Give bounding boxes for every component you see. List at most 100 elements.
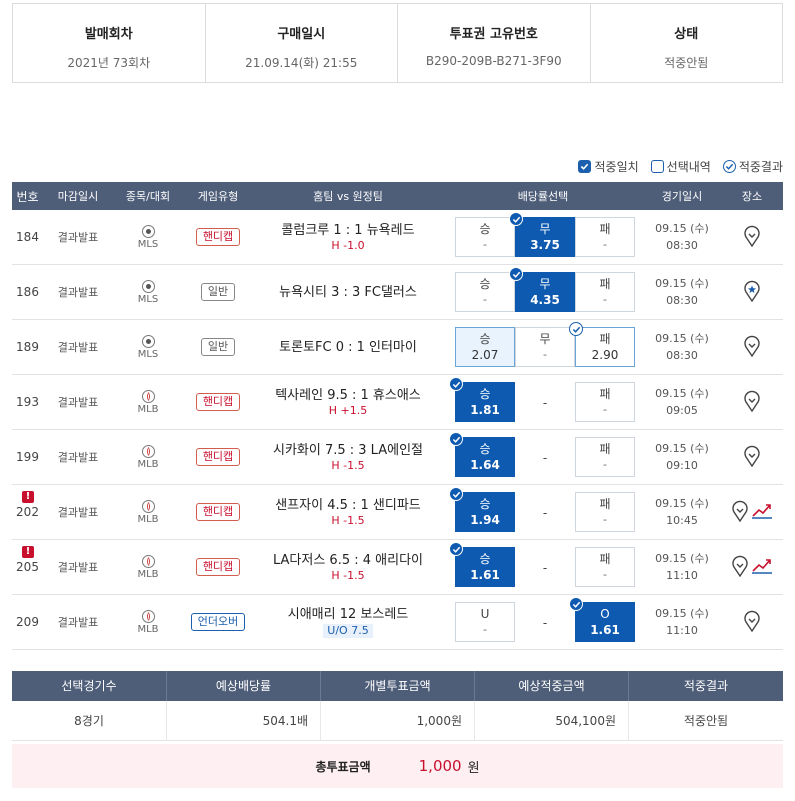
game-date: 09.15 (수) bbox=[655, 277, 709, 290]
game-number-cell: ! 205 bbox=[12, 546, 43, 574]
total-bet-label: 총투표금액 bbox=[315, 759, 371, 774]
location-pin-icon[interactable] bbox=[743, 610, 761, 635]
match-cell: 뉴욕시티 3 : 3 FC댈러스 bbox=[253, 284, 443, 301]
check-circle-icon bbox=[569, 322, 583, 336]
odds-draw-button[interactable]: - bbox=[515, 437, 575, 477]
odds-home-button[interactable]: 승- bbox=[455, 272, 515, 312]
ticket-round-value: 2021년 73회차 bbox=[67, 56, 151, 70]
table-row: 186 결과발표 MLS 일반 뉴욕시티 3 : 3 FC댈러스 승 - 무 4.35 패 -09.… bbox=[12, 265, 783, 320]
odds-label: 승 bbox=[479, 497, 491, 511]
odds-home-button[interactable]: 승 1.81 bbox=[449, 377, 515, 422]
match-cell: 시애매리 12 보스레드 U/O 7.5 bbox=[253, 606, 443, 638]
game-time: 09:05 bbox=[666, 404, 698, 417]
header-deadline: 마감일시 bbox=[57, 190, 99, 203]
location-pin-icon[interactable] bbox=[731, 555, 749, 580]
game-datetime: 09.15 (수) 10:45 bbox=[643, 495, 721, 529]
soccer-ball-icon bbox=[141, 224, 155, 238]
line-value: U/O 7.5 bbox=[323, 624, 373, 638]
ticket-purchase-time: 구매일시 21.09.14(화) 21:55 bbox=[206, 4, 398, 82]
summary-header-result: 적중결과 bbox=[683, 679, 729, 693]
check-circle-icon bbox=[509, 267, 523, 281]
sport-league: MLB bbox=[113, 499, 183, 525]
odds-home-button[interactable]: U- bbox=[455, 602, 515, 642]
odds-selection: 승 1.94- 패 - bbox=[443, 487, 643, 532]
odds-selection: U - - O 1.61 bbox=[443, 597, 643, 642]
trend-chart-icon[interactable] bbox=[751, 502, 773, 523]
odds-away-button[interactable]: 패- bbox=[575, 492, 635, 532]
location-pin-icon[interactable] bbox=[743, 335, 761, 360]
odds-home-button[interactable]: 승 1.64 bbox=[449, 432, 515, 477]
location-pin-icon[interactable] bbox=[743, 225, 761, 250]
game-type-cell: 핸디캡 bbox=[183, 503, 253, 521]
odds-draw-button[interactable]: - bbox=[515, 602, 575, 642]
table-row: 189 결과발표 MLS 일반 토론토FC 0 : 1 인터마이 승 2.07 무 - 패 2.90… bbox=[12, 320, 783, 375]
place-cell bbox=[721, 610, 783, 635]
header-place: 장소 bbox=[741, 190, 763, 203]
place-cell bbox=[721, 335, 783, 360]
odds-away-button[interactable]: 패 2.90 bbox=[569, 322, 635, 367]
location-pin-icon[interactable] bbox=[731, 500, 749, 525]
odds-value: 1.81 bbox=[470, 403, 500, 417]
game-number: 184 bbox=[16, 230, 39, 244]
box-empty-icon bbox=[650, 160, 664, 173]
odds-label: 승 bbox=[479, 332, 491, 346]
odds-home-button[interactable]: 승 2.07 bbox=[455, 327, 515, 367]
odds-home-button[interactable]: 승 1.94 bbox=[449, 487, 515, 532]
odds-away-button[interactable]: 패- bbox=[575, 437, 635, 477]
match-cell: LA다저스 6.5 : 4 애리다이 H -1.5 bbox=[253, 552, 443, 583]
game-number: 186 bbox=[16, 285, 39, 299]
check-circle-icon bbox=[449, 542, 463, 556]
game-number-cell: 186 bbox=[12, 285, 43, 299]
match-teams: LA다저스 6.5 : 4 애리다이 bbox=[272, 552, 423, 568]
ticket-serial: 투표권 고유번호 B290-209B-B271-3F90 bbox=[398, 4, 591, 82]
match-teams: 시카화이 7.5 : 3 LA에인절 bbox=[272, 442, 423, 458]
game-time: 11:10 bbox=[666, 624, 698, 637]
game-date: 09.15 (수) bbox=[655, 497, 709, 510]
odds-away-button[interactable]: 패- bbox=[575, 382, 635, 422]
match-cell: 시카화이 7.5 : 3 LA에인절 H -1.5 bbox=[253, 442, 443, 473]
handicap-value: H -1.5 bbox=[331, 568, 365, 582]
location-pin-icon[interactable] bbox=[743, 445, 761, 470]
sport-league: MLB bbox=[113, 609, 183, 635]
game-date: 09.15 (수) bbox=[655, 222, 709, 235]
game-type-tag: 핸디캡 bbox=[195, 558, 241, 576]
odds-away-button[interactable]: O 1.61 bbox=[569, 597, 635, 642]
summary-stake: 1,000원 bbox=[321, 700, 475, 741]
league-name: MLS bbox=[137, 238, 159, 250]
game-type-tag: 핸디캡 bbox=[195, 448, 241, 466]
trend-chart-icon[interactable] bbox=[751, 557, 773, 578]
warning-icon: ! bbox=[22, 546, 34, 558]
baseball-icon bbox=[141, 389, 155, 403]
check-filled-icon bbox=[578, 160, 592, 173]
match-cell: 샌프자이 4.5 : 1 샌디파드 H -1.5 bbox=[253, 497, 443, 528]
ticket-round: 발매회차 2021년 73회차 bbox=[13, 4, 206, 82]
game-type-cell: 핸디캡 bbox=[183, 448, 253, 466]
location-star-icon[interactable] bbox=[743, 280, 761, 305]
odds-draw-button[interactable]: 무 3.75 bbox=[509, 212, 575, 257]
odds-value: 4.35 bbox=[530, 293, 560, 307]
game-date: 09.15 (수) bbox=[655, 607, 709, 620]
odds-away-button[interactable]: 패- bbox=[575, 272, 635, 312]
odds-selection: 승 1.61- 패 - bbox=[443, 542, 643, 587]
odds-draw-button[interactable]: 무- bbox=[515, 327, 575, 367]
match-teams: 토론토FC 0 : 1 인터마이 bbox=[279, 339, 417, 355]
odds-label: 패 bbox=[599, 387, 611, 401]
odds-away-button[interactable]: 패- bbox=[575, 217, 635, 257]
odds-draw-button[interactable]: - bbox=[515, 547, 575, 587]
odds-home-button[interactable]: 승 1.61 bbox=[449, 542, 515, 587]
games-table: 번호 마감일시 종목/대회 게임유형 홈팀 vs 원정팀 배당률선택 경기일시 … bbox=[12, 182, 783, 650]
match-cell: 토론토FC 0 : 1 인터마이 bbox=[253, 339, 443, 356]
game-datetime: 09.15 (수) 09:10 bbox=[643, 440, 721, 474]
odds-away-button[interactable]: 패- bbox=[575, 547, 635, 587]
odds-label: 무 bbox=[539, 277, 551, 291]
location-pin-icon[interactable] bbox=[743, 390, 761, 415]
game-number: 193 bbox=[16, 395, 39, 409]
odds-home-button[interactable]: 승- bbox=[455, 217, 515, 257]
odds-draw-button[interactable]: - bbox=[515, 492, 575, 532]
league-name: MLB bbox=[137, 568, 159, 580]
deadline: 결과발표 bbox=[57, 396, 99, 409]
odds-draw-button[interactable]: 무 4.35 bbox=[509, 267, 575, 312]
sport-league: MLS bbox=[113, 334, 183, 360]
odds-draw-button[interactable]: - bbox=[515, 382, 575, 422]
game-number-cell: 193 bbox=[12, 395, 43, 409]
